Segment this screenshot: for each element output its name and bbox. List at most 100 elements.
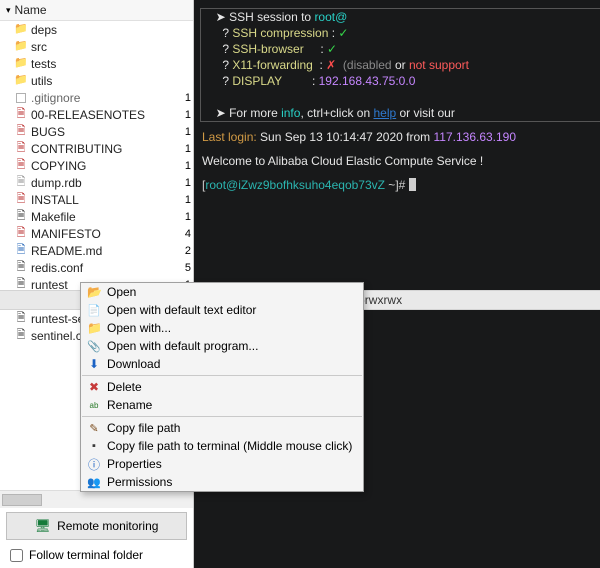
separator [82, 416, 362, 417]
tree-row-label: redis.conf [31, 261, 179, 275]
ctx-copy-path-terminal[interactable]: ▪Copy file path to terminal (Middle mous… [81, 437, 363, 455]
tree-row[interactable]: 🗎CONTRIBUTING1 [0, 140, 193, 157]
follow-terminal-checkbox[interactable] [10, 549, 23, 562]
tree-row[interactable]: 🗎00-RELEASENOTES1 [0, 106, 193, 123]
tree-row-count: 1 [179, 126, 191, 138]
remote-monitoring-label: Remote monitoring [57, 519, 158, 533]
file-icon: 🗎 [14, 313, 28, 325]
tree-row-label: dump.rdb [31, 176, 179, 190]
tree-row-label: MANIFESTO [31, 227, 179, 241]
tree-row[interactable]: 🗎redis.conf5 [0, 259, 193, 276]
file-icon: 🗎 [14, 126, 28, 138]
display-value: 192.168.43.75:0.0 [319, 74, 416, 88]
tree-row-label: utils [31, 74, 179, 88]
tree-row-label: .gitignore [31, 91, 179, 105]
info-keyword: info [281, 106, 300, 120]
file-icon: 🗎 [14, 194, 28, 206]
attachment-icon: 📎 [87, 340, 101, 353]
folder-icon: 📁 [14, 58, 28, 70]
display-label: DISPLAY [232, 74, 312, 88]
tree-row-label: deps [31, 23, 179, 37]
last-login-label: Last login: [202, 130, 257, 144]
sort-indicator-icon: ▾ [6, 5, 11, 16]
ctx-rename[interactable]: abRename [81, 396, 363, 414]
pencil-icon: ✎ [87, 422, 101, 435]
ctx-open-default-editor[interactable]: 📄Open with default text editor [81, 301, 363, 319]
tree-row-label: README.md [31, 244, 179, 258]
tree-row-label: COPYING [31, 159, 179, 173]
ssh-info-box: ➤ SSH session to root@ ? SSH compression… [200, 8, 600, 122]
tree-row[interactable]: 🗎COPYING1 [0, 157, 193, 174]
ctx-open[interactable]: 📂Open [81, 283, 363, 301]
terminal-cursor [409, 178, 416, 191]
folder-icon: 📁 [14, 75, 28, 87]
ssh-compression-label: SSH compression [232, 26, 331, 40]
scrollbar-thumb[interactable] [2, 494, 42, 506]
ctx-properties[interactable]: ⓘProperties [81, 455, 363, 473]
x-icon: ✗ [326, 58, 336, 72]
welcome-message: Welcome to Alibaba Cloud Elastic Compute… [202, 154, 483, 168]
follow-terminal-option[interactable]: Follow terminal folder [0, 542, 193, 568]
ctx-open-with[interactable]: 📁Open with... [81, 319, 363, 337]
monitor-icon: 🖥 [35, 518, 52, 534]
tree-header[interactable]: ▾ Name [0, 0, 193, 21]
follow-terminal-label: Follow terminal folder [29, 548, 143, 562]
tree-row[interactable]: 🗎dump.rdb1 [0, 174, 193, 191]
tree-row[interactable]: 📁deps [0, 21, 193, 38]
folder-open-icon: 📂 [87, 285, 101, 299]
horizontal-scrollbar[interactable] [0, 490, 193, 508]
gitignore-icon [14, 92, 28, 104]
tree-row-count: 1 [179, 194, 191, 206]
tree-row-label: src [31, 40, 179, 54]
ctx-delete[interactable]: ✖Delete [81, 378, 363, 396]
tree-row-count: 4 [179, 228, 191, 240]
file-icon: 🗎 [14, 330, 28, 342]
tree-row-label: Makefile [31, 210, 179, 224]
tree-row[interactable]: 📁utils [0, 72, 193, 89]
tree-row[interactable]: 🗎MANIFESTO4 [0, 225, 193, 242]
tree-row-count: 1 [179, 211, 191, 223]
last-login-ip: 117.136.63.190 [434, 130, 517, 144]
tree-row[interactable]: 🗎Makefile1 [0, 208, 193, 225]
terminal-icon: ▪ [87, 440, 101, 452]
file-icon: 🗎 [14, 109, 28, 121]
context-menu: 📂Open 📄Open with default text editor 📁Op… [80, 282, 364, 492]
tree-row-label: CONTRIBUTING [31, 142, 179, 156]
ssh-session-user: root@ [314, 10, 347, 24]
ctx-copy-path[interactable]: ✎Copy file path [81, 419, 363, 437]
tree-row-count: 1 [179, 92, 191, 104]
ctx-permissions[interactable]: 👥Permissions [81, 473, 363, 491]
file-icon: 🗎 [14, 228, 28, 240]
file-icon: 🗎 [14, 279, 28, 291]
file-icon: 🗎 [14, 211, 28, 223]
rename-icon: ab [87, 401, 101, 410]
tree-row[interactable]: 📁src [0, 38, 193, 55]
ssh-session-label: SSH session to [229, 10, 314, 24]
remote-monitoring-button[interactable]: 🖥 Remote monitoring [6, 512, 187, 540]
x11-label: X11-forwarding [232, 58, 319, 72]
tree-row-count: 1 [179, 143, 191, 155]
help-link[interactable]: help [373, 106, 396, 120]
file-icon: 🗎 [14, 245, 28, 257]
tree-row-label: BUGS [31, 125, 179, 139]
file-icon: 🗎 [14, 160, 28, 172]
check-icon: ✓ [338, 26, 348, 40]
tree-row-count: 1 [179, 177, 191, 189]
shell-prompt[interactable]: [root@iZwz9bofhksuho4eqob73vZ ~]# [194, 170, 600, 194]
folder-icon: 📁 [14, 24, 28, 36]
info-icon: ⓘ [87, 456, 101, 473]
file-icon: 🗎 [14, 262, 28, 274]
ctx-open-default-program[interactable]: 📎Open with default program... [81, 337, 363, 355]
tree-row-label: 00-RELEASENOTES [31, 108, 179, 122]
file-icon: 🗎 [14, 177, 28, 189]
tree-row[interactable]: 🗎README.md2 [0, 242, 193, 259]
tree-row-count: 1 [179, 160, 191, 172]
tree-row[interactable]: 🗎INSTALL1 [0, 191, 193, 208]
ctx-download[interactable]: ⬇Download [81, 355, 363, 373]
tree-row-label: tests [31, 57, 179, 71]
open-with-icon: 📁 [87, 321, 101, 335]
file-icon: 🗎 [14, 143, 28, 155]
tree-row[interactable]: .gitignore1 [0, 89, 193, 106]
tree-row[interactable]: 🗎BUGS1 [0, 123, 193, 140]
tree-row[interactable]: 📁tests [0, 55, 193, 72]
